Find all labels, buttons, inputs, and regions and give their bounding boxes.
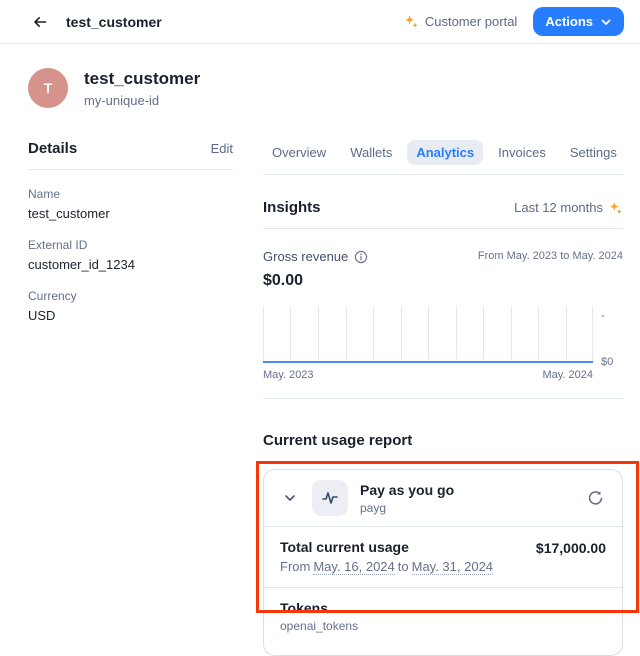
plan-name: Pay as you go (360, 482, 454, 498)
y-axis-tick-top: - (601, 310, 623, 322)
divider (263, 398, 623, 399)
usage-item-name: Tokens (280, 600, 606, 616)
details-panel: Details Edit Name test_customer External… (28, 140, 233, 656)
sparkle-icon (404, 14, 419, 29)
field-label: External ID (28, 238, 233, 252)
period-mid: to (398, 559, 409, 575)
arrow-left-icon (32, 14, 48, 30)
tab-bar: Overview Wallets Analytics Invoices Sett… (263, 140, 623, 175)
sparkle-icon (609, 201, 623, 215)
plan-row: Pay as you go payg (264, 470, 622, 526)
refresh-button[interactable] (584, 487, 606, 509)
chevron-down-icon (283, 491, 297, 505)
usage-item-code: openai_tokens (280, 619, 606, 633)
tab-analytics[interactable]: Analytics (407, 140, 483, 165)
tab-wallets[interactable]: Wallets (341, 140, 401, 165)
edit-details-button[interactable]: Edit (211, 141, 233, 156)
field-value: customer_id_1234 (28, 257, 233, 272)
usage-card: Pay as you go payg Total current usage (263, 469, 623, 656)
actions-button[interactable]: Actions (533, 7, 624, 36)
insights-title: Insights (263, 199, 321, 216)
customer-profile: T test_customer my-unique-id (28, 68, 612, 108)
info-icon[interactable] (354, 250, 368, 264)
gross-revenue-value: $0.00 (263, 272, 623, 290)
field-label: Name (28, 187, 233, 201)
plan-code: payg (360, 501, 454, 515)
detail-field-currency: Currency USD (28, 289, 233, 323)
chart-zero-line (263, 361, 593, 363)
detail-field-name: Name test_customer (28, 187, 233, 221)
period-select[interactable]: Last 12 months (514, 200, 623, 215)
period-end-date[interactable]: May. 31, 2024 (412, 559, 493, 575)
field-value: USD (28, 308, 233, 323)
details-title: Details (28, 140, 77, 157)
customer-portal-label: Customer portal (425, 14, 517, 29)
plan-icon-box (312, 480, 348, 516)
chevron-down-icon (600, 16, 612, 28)
field-label: Currency (28, 289, 233, 303)
page-title: test_customer (66, 14, 162, 30)
tab-settings[interactable]: Settings (561, 140, 626, 165)
avatar: T (28, 68, 68, 108)
customer-portal-link[interactable]: Customer portal (404, 14, 517, 29)
gross-revenue-label-row: Gross revenue (263, 249, 368, 264)
y-axis-tick-bottom: $0 (601, 356, 623, 368)
usage-report-title: Current usage report (263, 432, 623, 449)
total-usage-row: Total current usage From May. 16, 2024 t… (264, 526, 622, 587)
total-usage-label: Total current usage (280, 539, 536, 555)
customer-external-id: my-unique-id (84, 93, 200, 108)
tab-invoices[interactable]: Invoices (489, 140, 555, 165)
gross-revenue-label: Gross revenue (263, 249, 348, 264)
customer-name: test_customer (84, 69, 200, 89)
total-usage-period: From May. 16, 2024 to May. 31, 2024 (280, 559, 536, 575)
refresh-icon (587, 490, 604, 507)
top-bar: test_customer Customer portal Actions (0, 0, 640, 44)
tab-overview[interactable]: Overview (263, 140, 335, 165)
field-value: test_customer (28, 206, 233, 221)
collapse-toggle[interactable] (280, 488, 300, 508)
usage-item-row: Tokens openai_tokens (264, 587, 622, 655)
actions-label: Actions (545, 14, 593, 29)
pulse-icon (321, 489, 339, 507)
period-label: Last 12 months (514, 200, 603, 215)
x-axis-label-end: May. 2024 (542, 369, 593, 381)
total-usage-amount: $17,000.00 (536, 539, 606, 556)
gross-revenue-range: From May. 2023 to May. 2024 (478, 249, 623, 262)
chart-plot-area (263, 306, 593, 363)
detail-field-external-id: External ID customer_id_1234 (28, 238, 233, 272)
period-start-date[interactable]: May. 16, 2024 (313, 559, 394, 575)
gross-revenue-chart: May. 2023 May. 2024 - $0 (263, 306, 623, 381)
period-prefix: From (280, 559, 310, 575)
x-axis-label-start: May. 2023 (263, 369, 314, 381)
back-button[interactable] (28, 10, 52, 34)
